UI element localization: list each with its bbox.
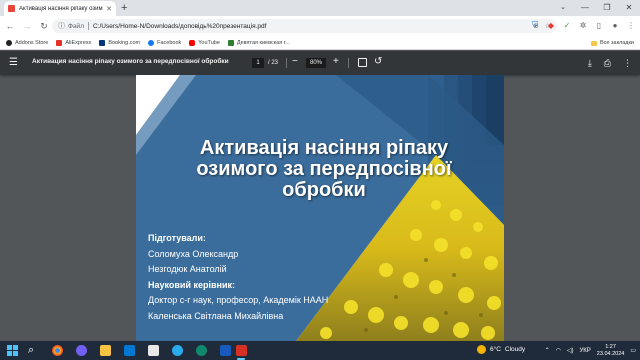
volume-icon[interactable]: ◁) [567,347,574,354]
bookmark-label: AliExpress [65,39,92,46]
word-icon[interactable] [220,345,231,356]
tab-title: Активація насіння ріпаку озим [19,5,103,12]
folder-icon [590,40,597,46]
url-scheme: Файл [68,22,84,30]
tab-strip: Активація насіння ріпаку озим ✕ + ⌄ — ❐ … [0,0,640,16]
temperature: 6°C [490,346,501,353]
weather-widget[interactable]: 6°C Cloudy [477,345,525,354]
pdf-app-icon[interactable] [236,345,247,356]
photos-icon[interactable] [148,345,159,356]
author-name: Соломуха Олександр [148,248,239,259]
sidebar-menu-icon[interactable]: ☰ [9,57,18,69]
youtube-icon [189,39,196,46]
bookmark-aliexpress[interactable]: AliExpress [56,39,92,46]
supervisor-name: Каленська Світлана Михайлівна [148,310,284,321]
extension-red-icon[interactable]: ◆ [546,21,556,30]
menu-dots-icon[interactable]: ⋮ [626,21,636,30]
pdf-title: Активация насіння ріпаку озимого за пере… [32,58,229,65]
clock-time: 1:27 [605,343,616,350]
bookmark-booking[interactable]: Booking.com [99,39,141,46]
mail-icon[interactable] [124,345,135,356]
clock[interactable]: 1:27 23.04.2024 [597,344,625,358]
toolbar-divider [348,58,349,68]
viber-icon[interactable] [76,345,87,356]
system-tray: ⌃ ◠ ◁) УКР 1:27 23.04.2024 ▭ [545,341,636,360]
rotate-icon[interactable]: ↺ [374,56,382,68]
reload-button[interactable]: ↻ [37,21,51,32]
booking-icon [99,39,106,46]
clock-date: 23.04.2024 [596,350,625,357]
bookmarks-bar: Addons Store AliExpress Booking.com Face… [0,36,640,50]
bookmark-label: YouTube [198,39,220,46]
bookmark-youtube[interactable]: YouTube [189,39,220,46]
tab-search-icon[interactable]: ⌄ [552,0,574,16]
bookmark-label: Девятая киевская г... [236,39,290,46]
language-indicator[interactable]: УКР [579,348,590,354]
fit-to-page-icon[interactable] [358,58,367,67]
extension-shield-icon[interactable]: ⛉ [530,20,540,30]
file-explorer-icon[interactable] [100,345,111,356]
edge-icon[interactable] [196,345,207,356]
bookmark-label: Facebook [157,39,182,46]
pdf-toolbar: ☰ Активация насіння ріпаку озимого за пе… [0,51,640,75]
address-bar[interactable]: ⓘ Файл C:/Users/Home-N/Downloads/доповід… [52,19,557,33]
supervisor-title: Доктор с-г наук, професор, Академік НААН [148,295,329,305]
download-icon[interactable]: ⤓ [588,57,592,69]
extension-green-icon[interactable]: ✓ [562,21,572,30]
chrome-icon[interactable] [52,345,63,356]
addons-store-icon [6,39,12,46]
start-button[interactable] [7,345,18,356]
zoom-out-button[interactable]: − [292,56,298,68]
facebook-icon [148,39,155,46]
browser-toolbar: ← → ↻ ⓘ Файл C:/Users/Home-N/Downloads/д… [0,16,640,36]
weather-text: Cloudy [504,346,526,353]
back-button[interactable]: ← [3,21,17,31]
all-bookmarks[interactable]: Все закладки [590,36,634,50]
search-icon[interactable]: ⌕ [28,343,34,357]
page-number-input[interactable]: 1 [252,58,264,68]
notifications-icon[interactable]: ▭ [630,347,636,354]
sidepanel-icon[interactable]: ▯ [594,21,604,30]
url-separator [87,22,89,30]
close-window-button[interactable]: ✕ [618,0,640,16]
tray-overflow-icon[interactable]: ⌃ [545,347,550,354]
close-tab-icon[interactable]: ✕ [106,5,112,13]
info-icon[interactable]: ⓘ [58,21,65,31]
minimize-button[interactable]: — [574,0,596,16]
slide-title: Активація насіння ріпаку озимого за пере… [196,137,452,201]
author-name: Незгодюк Анатолій [148,264,227,274]
pdf-favicon-icon [8,5,15,12]
url-text[interactable]: C:/Users/Home-N/Downloads/доповідь%20пре… [93,23,266,30]
prepared-label: Підготували: [148,233,206,243]
more-actions-icon[interactable]: ⋮ [623,57,632,69]
profile-icon[interactable]: ● [610,21,620,30]
telegram-icon[interactable] [172,345,183,356]
supervisor-label: Науковий керівник: [148,279,236,290]
zoom-in-button[interactable]: + [333,56,339,68]
print-icon[interactable]: ⎙ [604,57,611,69]
extensions-puzzle-icon[interactable]: ✲ [578,21,588,30]
windows-taskbar: ⌕ 6°C Cloudy ⌃ ◠ ◁) УКР 1:27 23.04.2024 … [0,341,640,360]
bookmark-addons-store[interactable]: Addons Store [6,39,49,46]
window-controls: ⌄ — ❐ ✕ [552,0,640,16]
aliexpress-icon [56,39,63,46]
browser-tab[interactable]: Активація насіння ріпаку озим ✕ [4,1,116,16]
bookmark-facebook[interactable]: Facebook [148,39,182,46]
toolbar-divider [286,58,287,68]
pdf-page: Активація насіння ріпаку озимого за пере… [136,75,504,341]
zoom-input[interactable]: 80% [306,58,326,68]
page-total: / 23 [268,60,279,66]
bookmark-label: Addons Store [15,39,49,46]
forward-button[interactable]: → [20,21,34,31]
hospital-icon [227,39,234,46]
weather-icon [477,345,486,354]
all-bookmarks-label: Все закладки [599,40,634,46]
maximize-button[interactable]: ❐ [596,0,618,16]
bookmark-label: Booking.com [108,39,141,46]
network-icon[interactable]: ◠ [556,347,561,354]
bookmark-kyiv-hospital[interactable]: Девятая киевская г... [227,39,290,46]
slide-credits: Підготували: Соломуха Олександр Незгодюк… [148,233,348,326]
new-tab-button[interactable]: + [121,1,127,15]
